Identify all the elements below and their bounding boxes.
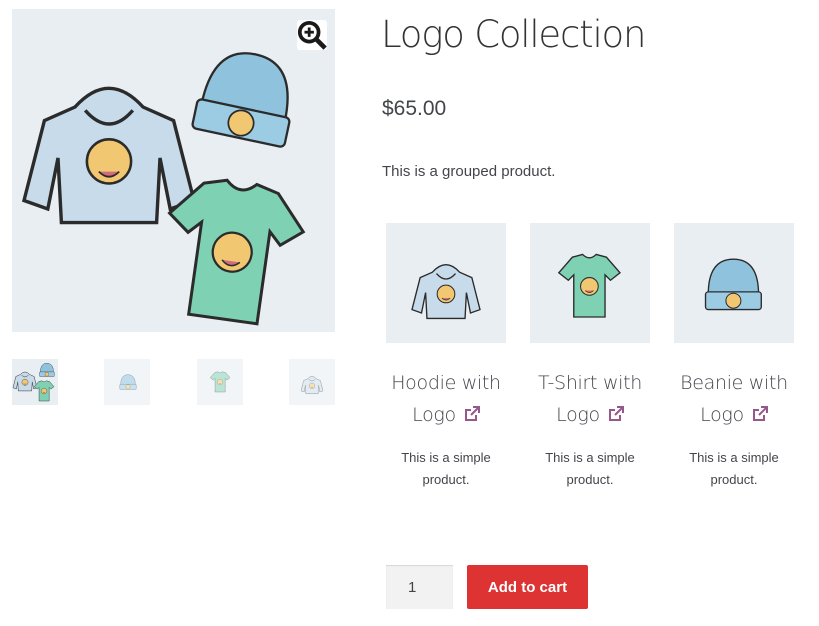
thumbnail-logo-collection[interactable] (12, 359, 58, 405)
grouped-item-name[interactable]: Hoodie with Logo (386, 367, 506, 431)
beanie-image[interactable] (674, 223, 794, 343)
grouped-item-description: This is a simple product. (401, 450, 491, 487)
add-to-cart-button[interactable]: Add to cart (467, 565, 588, 609)
grouped-item-t-shirt: T-Shirt with Logo This is a simple produ… (530, 223, 650, 491)
external-link-icon[interactable] (752, 405, 768, 422)
product-price: $65.00 (382, 97, 447, 120)
external-link-icon[interactable] (608, 405, 624, 422)
grouped-item-hoodie: Hoodie with Logo This is a simple produc… (386, 223, 506, 491)
logo-collection-image (12, 9, 335, 332)
gallery-thumbnails (12, 359, 335, 405)
grouped-item-description: This is a simple product. (689, 450, 779, 487)
grouped-item-description: This is a simple product. (545, 450, 635, 487)
zoom-icon (297, 20, 327, 50)
product-description: This is a grouped product. (382, 163, 556, 180)
grouped-item-name[interactable]: T-Shirt with Logo (530, 367, 650, 431)
thumbnail-beanie[interactable] (104, 359, 150, 405)
t-shirt-image[interactable] (530, 223, 650, 343)
zoom-button[interactable] (297, 20, 327, 50)
grouped-item-beanie: Beanie with Logo This is a simple produc… (674, 223, 794, 491)
quantity-input[interactable] (386, 565, 453, 609)
grouped-item-name[interactable]: Beanie with Logo (674, 367, 794, 431)
product-title: Logo Collection (381, 13, 646, 56)
thumbnail-t-shirt[interactable] (197, 359, 243, 405)
external-link-icon[interactable] (464, 405, 480, 422)
thumbnail-hoodie[interactable] (289, 359, 335, 405)
hoodie-image[interactable] (386, 223, 506, 343)
main-product-image[interactable] (12, 9, 335, 332)
